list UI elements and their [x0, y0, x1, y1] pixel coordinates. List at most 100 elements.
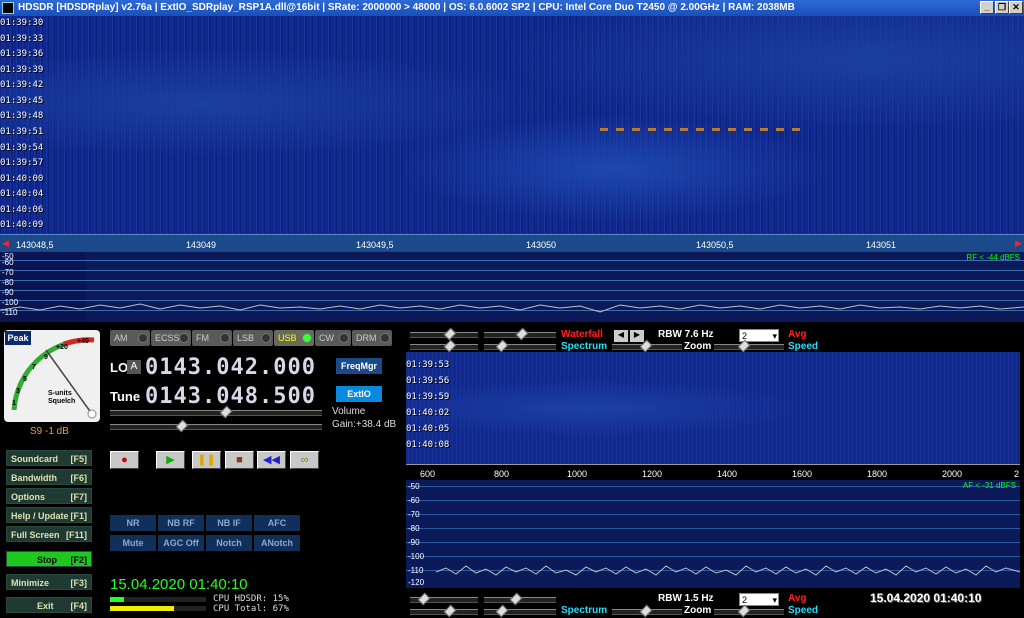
bandwidth-button[interactable]: Bandwidth [F6]	[6, 469, 92, 485]
freq-tick-label: 143049,5	[356, 240, 394, 250]
agc-button[interactable]: AGC Off	[158, 535, 204, 551]
waterfall-slider-1[interactable]	[410, 327, 478, 341]
signal-trace	[600, 128, 800, 131]
lo-label: LO	[110, 360, 129, 375]
play-button[interactable]: ▶	[156, 451, 185, 469]
meter-scale: 7	[32, 364, 36, 371]
spectrum-slider-2[interactable]	[484, 339, 556, 353]
volume-slider[interactable]	[110, 405, 322, 419]
nr-button[interactable]: NR	[110, 515, 156, 531]
waterfall-slider-2[interactable]	[484, 327, 556, 341]
waterfall-timestamp: 01:39:36	[0, 49, 44, 60]
freq-tick-label: 143050	[526, 240, 557, 250]
af-slider-3[interactable]	[410, 604, 478, 618]
af-spectrum[interactable]: AF < -31 dBFS -50 -60 -70 -80 -90 -100 -…	[406, 480, 1020, 588]
record-button[interactable]: ●	[110, 451, 139, 469]
meter-squelch-label: Squelch	[48, 398, 76, 405]
zoom-slider-1[interactable]	[612, 339, 682, 353]
mode-am-button[interactable]: AM	[110, 330, 150, 346]
speed-slider[interactable]	[714, 339, 784, 353]
stop-button[interactable]: Stop [F2]	[6, 551, 92, 567]
mode-label: DRM	[356, 333, 377, 343]
notch-button[interactable]: Notch	[206, 535, 252, 551]
loop-button[interactable]: ∞	[290, 451, 319, 469]
cpu-total-label: CPU Total: 67%	[213, 604, 289, 614]
db-label: -80	[408, 524, 420, 533]
db-label: -110	[2, 308, 18, 317]
af-frequency-axis[interactable]: 600 800 1000 1200 1400 1600 1800 2000 2	[406, 464, 1020, 480]
scroll-left-icon[interactable]: ◀	[2, 238, 9, 249]
af-zoom-slider[interactable]	[612, 604, 682, 618]
db-label: -110	[408, 566, 424, 575]
spectrum-slider-1[interactable]	[410, 339, 478, 353]
speed-label: Speed	[788, 341, 819, 352]
exit-button[interactable]: Exit [F4]	[6, 597, 92, 613]
meter-scale: +20	[56, 344, 68, 351]
mode-label: LSB	[237, 333, 255, 343]
rf-waterfall[interactable]	[0, 16, 1024, 234]
nb-rf-button[interactable]: NB RF	[158, 515, 204, 531]
tune-frequency[interactable]: 0143.048.500	[145, 384, 316, 409]
stop-record-button[interactable]: ■	[225, 451, 254, 469]
af-tick-label: 2	[1014, 469, 1020, 479]
close-window-button[interactable]: ✕	[1009, 1, 1023, 14]
minimize-button[interactable]: Minimize [F3]	[6, 574, 92, 590]
af-speed-slider[interactable]	[714, 604, 784, 618]
minimize-window-button[interactable]: _	[980, 1, 994, 14]
mode-drm-button[interactable]: DRM	[352, 330, 392, 346]
mute-button[interactable]: Mute	[110, 535, 156, 551]
mode-fm-button[interactable]: FM	[192, 330, 232, 346]
hotkey-label: [F11]	[65, 530, 87, 540]
scroll-right-icon[interactable]: ▶	[1015, 238, 1022, 249]
af-slider-2[interactable]	[484, 592, 556, 606]
gain-slider[interactable]	[110, 419, 322, 433]
mode-ecss-button[interactable]: ECSS	[151, 330, 191, 346]
arrow-left-icon[interactable]: ◀	[614, 330, 628, 342]
freq-tick-label: 143050,5	[696, 240, 734, 250]
db-label: -90	[2, 288, 14, 297]
af-zoom-label: Zoom	[684, 605, 712, 616]
hotkey-label: [F6]	[70, 473, 88, 483]
anotch-button[interactable]: ANotch	[254, 535, 300, 551]
button-label: Soundcard	[11, 454, 59, 464]
nb-if-button[interactable]: NB IF	[206, 515, 252, 531]
hotkey-label: [F1]	[70, 511, 88, 521]
lo-a-tag[interactable]: A	[127, 360, 141, 374]
soundcard-button[interactable]: Soundcard [F5]	[6, 450, 92, 466]
rewind-button[interactable]: ◀◀	[257, 451, 286, 469]
button-label: Bandwidth	[11, 473, 57, 483]
db-label: -50	[408, 482, 420, 491]
mode-lsb-button[interactable]: LSB	[233, 330, 273, 346]
restore-window-button[interactable]: ❐	[995, 1, 1009, 14]
rbw-label: RBW 7.6 Hz	[658, 329, 714, 340]
af-slider-4[interactable]	[484, 604, 556, 618]
extio-button[interactable]: ExtIO	[336, 386, 382, 402]
meter-scale: 9	[44, 354, 48, 361]
options-button[interactable]: Options [F7]	[6, 488, 92, 504]
waterfall-timestamp: 01:39:51	[0, 127, 44, 137]
afc-button[interactable]: AFC	[254, 515, 300, 531]
help-update-button[interactable]: Help / Update [F1]	[6, 507, 92, 523]
lo-frequency[interactable]: 0143.042.000	[145, 355, 316, 380]
full-screen-button[interactable]: Full Screen [F11]	[6, 526, 92, 542]
af-waterfall-timestamp: 01:40:02	[406, 408, 450, 418]
db-label: -90	[408, 538, 420, 547]
cpu-total-bar	[110, 606, 206, 611]
pause-button[interactable]: ❚❚	[192, 451, 221, 469]
peak-button[interactable]: Peak	[5, 331, 31, 345]
db-label: -120	[408, 578, 425, 587]
arrow-right-icon[interactable]: ▶	[630, 330, 644, 342]
meter-scale: 5	[23, 376, 27, 383]
af-waterfall[interactable]	[406, 352, 1020, 464]
rf-spectrum[interactable]: RF < -44 dBFS -50 -60 -70 -80 -90 -100 -…	[0, 252, 1024, 322]
mode-label: USB	[278, 333, 297, 343]
mode-cw-button[interactable]: CW	[315, 330, 351, 346]
waterfall-timestamp: 01:39:48	[0, 111, 44, 122]
af-slider-1[interactable]	[410, 592, 478, 606]
af-waterfall-timestamp: 01:40:08	[406, 440, 450, 450]
freqmgr-button[interactable]: FreqMgr	[336, 358, 382, 374]
hotkey-label: [F4]	[70, 601, 88, 611]
mode-usb-button[interactable]: USB	[274, 330, 314, 346]
af-tick-label: 1600	[792, 469, 813, 479]
rf-frequency-axis[interactable]: ◀ ▶ 143048,5 143049 143049,5 143050 1430…	[0, 234, 1024, 252]
